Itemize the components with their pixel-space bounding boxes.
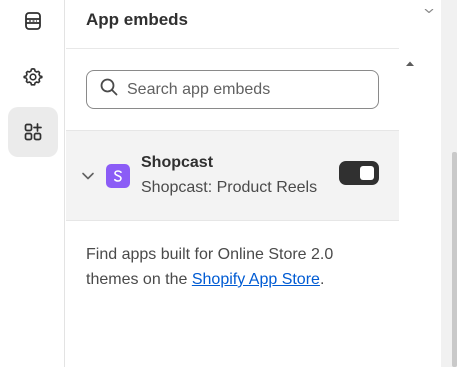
search-input[interactable] [127,80,367,99]
chevron-down-icon[interactable] [81,169,95,188]
shopcast-app-icon [106,164,130,188]
shopify-app-store-link[interactable]: Shopify App Store [192,271,320,288]
rail-button-app-embeds[interactable] [8,107,58,157]
app-name: Shopcast [141,154,214,171]
help-text-after: . [319,271,325,288]
toggle-knob [360,166,374,180]
help-text: Find apps built for Online Store 2.0 the… [86,242,386,292]
search-field[interactable] [86,70,379,109]
corner-chevron-icon [424,0,434,14]
app-embed-description: Shopcast: Product Reels [141,179,318,196]
app-embed-row[interactable]: Shopcast Shopcast: Product Reels [66,130,399,221]
app-embeds-panel: App embeds Shopcast [66,0,399,367]
rail-button-settings[interactable] [8,52,58,102]
left-icon-rail [0,0,65,367]
scroll-up-arrow-icon[interactable] [405,56,415,74]
search-icon [99,77,119,102]
theme-editor-app-embeds: App embeds Shopcast [0,0,457,367]
panel-title: App embeds [86,10,189,29]
scrollbar-thumb[interactable] [452,152,457,367]
rail-button-sections[interactable] [8,0,58,46]
app-embed-toggle[interactable] [339,161,379,185]
apps-add-icon [23,122,43,142]
panel-divider [66,48,399,49]
gear-icon [23,67,43,87]
layout-sections-icon [23,11,43,31]
